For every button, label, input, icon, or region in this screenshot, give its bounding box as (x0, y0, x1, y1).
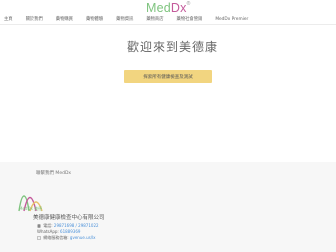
nav-item-about[interactable]: 關於我們 (26, 16, 43, 22)
logo-text-accent: Dx (170, 1, 187, 15)
nav-item-shop[interactable]: 藥物商店 (146, 16, 163, 22)
footer-heading: 聯繫我們 MedDx (36, 171, 72, 176)
brand-caption: MedDx 美德 (19, 206, 43, 211)
nav-item-purchase[interactable]: 藥物購買 (56, 16, 73, 22)
company-name: 美德康健康檢查中心有限公司 (33, 215, 105, 221)
whatsapp-link[interactable]: 61889369 (60, 229, 80, 234)
nav-item-home[interactable]: 主頁 (4, 16, 13, 22)
phone-icon (37, 224, 41, 228)
whatsapp-label: WhatsApp: (37, 229, 59, 234)
contact-email: 網絡服務信箱: gvenue.us/lx (37, 235, 96, 241)
meddx-logo[interactable]: MedDx® (146, 1, 191, 15)
contact-whatsapp: WhatsApp: 61889369 (37, 229, 80, 234)
hero-title: 歡迎來到美德康 (127, 40, 219, 54)
site-header: MedDx® (0, 0, 336, 15)
email-label: 網絡服務信箱: (43, 235, 69, 240)
email-link[interactable]: gvenue.us/lx (70, 235, 96, 240)
nav-item-marketing[interactable]: 藥物社會營銷 (177, 16, 203, 22)
phone-label: 電話: (43, 223, 53, 228)
main-nav: 主頁 關於我們 藥物購買 藥物體驗 藥物資訊 藥物商店 藥物社會營銷 MedDx… (0, 14, 336, 25)
nav-item-experience[interactable]: 藥物體驗 (86, 16, 103, 22)
explore-tests-button[interactable]: 探索所有健康檢查及測試 (124, 70, 212, 83)
nav-item-premier[interactable]: MedDx Premier (215, 17, 248, 22)
email-icon (37, 236, 41, 240)
footer: 聯繫我們 MedDx MedDx 美德 美德康健康檢查中心有限公司 電話: 29… (0, 162, 336, 252)
nav-item-info[interactable]: 藥物資訊 (116, 16, 133, 22)
logo-text-main: Med (146, 1, 171, 15)
phone-link[interactable]: 29871698 / 29871022 (54, 223, 99, 228)
logo-registered: ® (186, 1, 191, 7)
